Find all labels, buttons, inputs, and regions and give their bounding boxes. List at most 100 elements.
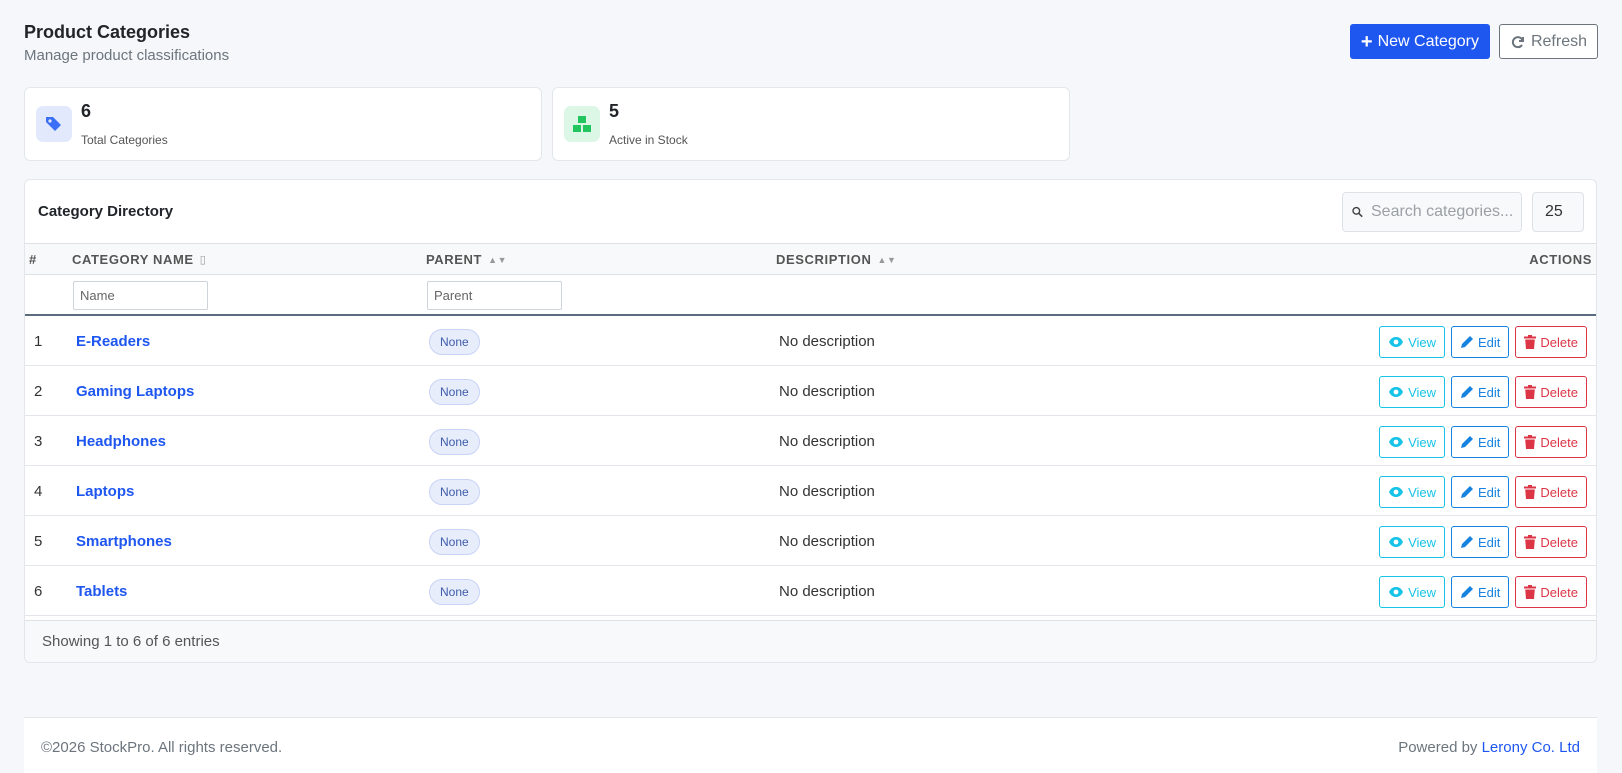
view-button[interactable]: View	[1379, 576, 1446, 608]
name-filter-input[interactable]	[73, 281, 208, 310]
plus-icon: +	[1360, 30, 1373, 53]
row-number: 1	[34, 333, 43, 350]
category-name-link[interactable]: Headphones	[76, 433, 166, 450]
tags-icon	[36, 106, 72, 142]
delete-label: Delete	[1540, 434, 1578, 450]
row-number: 6	[34, 583, 43, 600]
row-description: No description	[779, 533, 875, 550]
col-category-name[interactable]: CATEGORY NAME ▯	[72, 252, 206, 267]
delete-button[interactable]: Delete	[1515, 426, 1587, 458]
trash-icon	[1524, 485, 1537, 499]
table-row: 1 E-Readers None No description View Edit Dele…	[25, 316, 1596, 366]
view-label: View	[1408, 484, 1437, 500]
edit-button[interactable]: Edit	[1451, 526, 1510, 558]
delete-button[interactable]: Delete	[1515, 376, 1587, 408]
search-input[interactable]	[1371, 203, 1521, 221]
parent-badge: None	[429, 479, 480, 505]
edit-label: Edit	[1478, 384, 1501, 400]
trash-icon	[1524, 535, 1537, 549]
powered-prefix: Powered by	[1398, 739, 1482, 756]
search-box	[1342, 192, 1522, 232]
category-name-link[interactable]: Smartphones	[76, 533, 172, 550]
directory-title: Category Directory	[38, 203, 174, 220]
parent-badge: None	[429, 379, 480, 405]
stat-label: Total Categories	[81, 133, 168, 147]
row-number: 3	[34, 433, 43, 450]
view-button[interactable]: View	[1379, 426, 1446, 458]
col-description[interactable]: DESCRIPTION ▲▼	[776, 252, 896, 267]
copyright-text: ©2026 StockPro. All rights reserved.	[41, 739, 283, 756]
delete-label: Delete	[1540, 384, 1578, 400]
eye-icon	[1389, 587, 1404, 597]
stat-card-active: 5 Active in Stock	[552, 87, 1070, 161]
row-actions: View Edit Delete	[1379, 326, 1587, 358]
row-number: 2	[34, 383, 43, 400]
table-row: 6 Tablets None No description View Edit Delete	[25, 566, 1596, 616]
powered-by: Powered by Lerony Co. Ltd	[1398, 739, 1580, 756]
edit-button[interactable]: Edit	[1451, 576, 1510, 608]
view-button[interactable]: View	[1379, 476, 1446, 508]
category-name-link[interactable]: Laptops	[76, 483, 134, 500]
row-actions: View Edit Delete	[1379, 526, 1587, 558]
delete-button[interactable]: Delete	[1515, 526, 1587, 558]
sort-icon: ▲▼	[488, 254, 508, 265]
pencil-icon	[1461, 436, 1474, 448]
trash-icon	[1524, 335, 1537, 349]
new-category-label: New Category	[1377, 32, 1479, 50]
page-size-select[interactable]: 25	[1532, 192, 1584, 232]
header-actions: + New Category Refresh	[1349, 24, 1598, 59]
col-parent[interactable]: PARENT ▲▼	[426, 252, 507, 267]
refresh-button[interactable]: Refresh	[1498, 24, 1598, 59]
table-footer: Showing 1 to 6 of 6 entries	[25, 620, 1596, 662]
row-number: 4	[34, 483, 43, 500]
table-row: 3 Headphones None No description View Edit Del…	[25, 416, 1596, 466]
stat-value: 5	[609, 101, 620, 121]
refresh-icon	[1511, 35, 1524, 48]
filter-row	[25, 275, 1596, 316]
eye-icon	[1389, 487, 1404, 497]
parent-badge: None	[429, 329, 480, 355]
category-name-link[interactable]: E-Readers	[76, 333, 150, 350]
view-button[interactable]: View	[1379, 526, 1446, 558]
edit-button[interactable]: Edit	[1451, 426, 1510, 458]
parent-badge: None	[429, 429, 480, 455]
edit-label: Edit	[1478, 434, 1501, 450]
col-actions: ACTIONS	[1529, 252, 1592, 267]
view-button[interactable]: View	[1379, 326, 1446, 358]
row-description: No description	[779, 483, 875, 500]
trash-icon	[1524, 435, 1537, 449]
row-description: No description	[779, 433, 875, 450]
col-parent-label: PARENT	[426, 252, 483, 267]
category-name-link[interactable]: Gaming Laptops	[76, 383, 194, 400]
new-category-button[interactable]: + New Category	[1349, 24, 1490, 59]
trash-icon	[1524, 385, 1537, 399]
delete-button[interactable]: Delete	[1515, 476, 1587, 508]
delete-label: Delete	[1540, 334, 1578, 350]
directory-header: Category Directory 25	[25, 180, 1596, 243]
edit-button[interactable]: Edit	[1451, 476, 1510, 508]
sort-icon: ▯	[199, 254, 207, 266]
stat-card-total: 6 Total Categories	[24, 87, 542, 161]
edit-label: Edit	[1478, 584, 1501, 600]
page-header: Product Categories Manage product classi…	[24, 22, 1598, 72]
table-row: 5 Smartphones None No description View Edit De…	[25, 516, 1596, 566]
pencil-icon	[1461, 386, 1474, 398]
eye-icon	[1389, 437, 1404, 447]
col-category-name-label: CATEGORY NAME	[72, 252, 194, 267]
parent-badge: None	[429, 579, 480, 605]
pencil-icon	[1461, 336, 1474, 348]
parent-filter-input[interactable]	[427, 281, 562, 310]
row-description: No description	[779, 583, 875, 600]
view-button[interactable]: View	[1379, 376, 1446, 408]
edit-button[interactable]: Edit	[1451, 326, 1510, 358]
row-description: No description	[779, 333, 875, 350]
edit-button[interactable]: Edit	[1451, 376, 1510, 408]
delete-button[interactable]: Delete	[1515, 576, 1587, 608]
pencil-icon	[1461, 486, 1474, 498]
row-actions: View Edit Delete	[1379, 376, 1587, 408]
refresh-label: Refresh	[1530, 32, 1587, 50]
company-link[interactable]: Lerony Co. Ltd	[1482, 739, 1580, 756]
delete-button[interactable]: Delete	[1515, 326, 1587, 358]
delete-label: Delete	[1540, 484, 1578, 500]
category-name-link[interactable]: Tablets	[76, 583, 127, 600]
